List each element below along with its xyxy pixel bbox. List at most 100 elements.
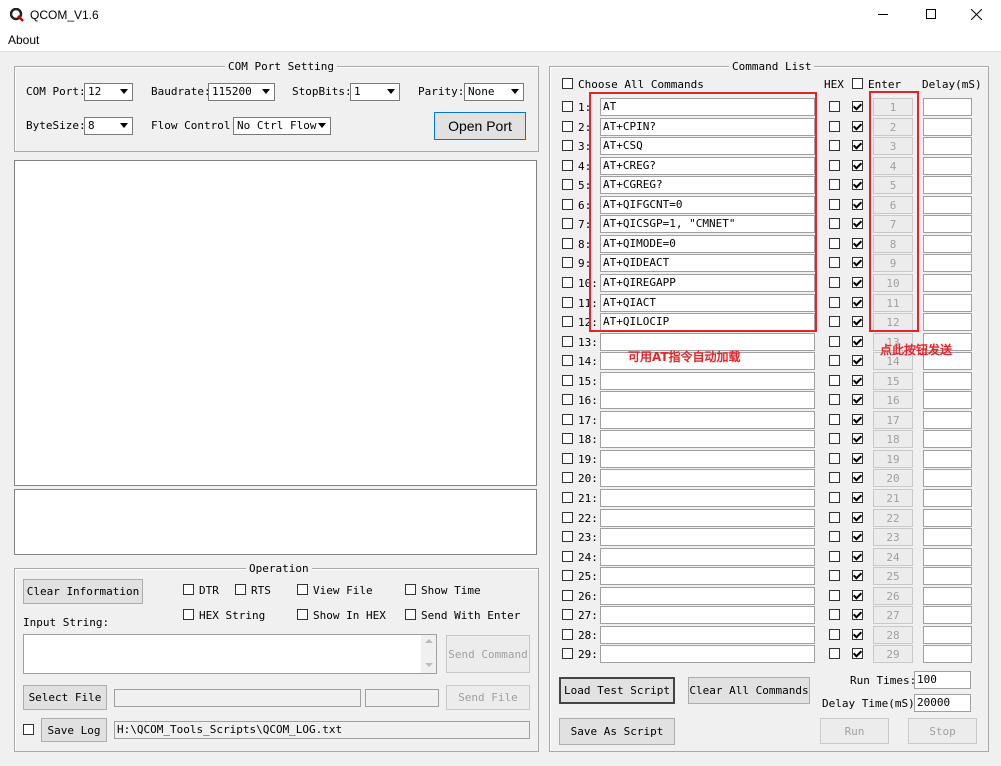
send-row-button[interactable]: 29 (873, 645, 913, 663)
bytesize-select[interactable]: 8 (84, 117, 133, 135)
input-string-field[interactable] (23, 634, 437, 674)
row-delay-input[interactable] (923, 118, 972, 136)
command-input[interactable] (600, 548, 815, 566)
row-select-checkbox[interactable] (562, 531, 573, 542)
row-hex-checkbox[interactable] (829, 218, 840, 229)
row-hex-checkbox[interactable] (829, 472, 840, 483)
row-enter-checkbox[interactable] (852, 257, 863, 268)
flow-control-select[interactable]: No Ctrl Flow (233, 117, 331, 135)
clear-all-commands-button[interactable]: Clear All Commands (688, 677, 810, 704)
row-delay-input[interactable] (923, 372, 972, 390)
row-hex-checkbox[interactable] (829, 297, 840, 308)
row-select-checkbox[interactable] (562, 218, 573, 229)
file-path-field[interactable] (114, 689, 361, 707)
row-delay-input[interactable] (923, 489, 972, 507)
row-enter-checkbox[interactable] (852, 648, 863, 659)
row-select-checkbox[interactable] (562, 238, 573, 249)
baudrate-select[interactable]: 115200 (208, 83, 275, 101)
send-row-button[interactable]: 16 (873, 391, 913, 409)
row-select-checkbox[interactable] (562, 492, 573, 503)
row-select-checkbox[interactable] (562, 257, 573, 268)
row-hex-checkbox[interactable] (829, 492, 840, 503)
send-row-button[interactable]: 28 (873, 626, 913, 644)
send-row-button[interactable]: 23 (873, 528, 913, 546)
command-input[interactable] (600, 411, 815, 429)
row-enter-checkbox[interactable] (852, 551, 863, 562)
row-hex-checkbox[interactable] (829, 570, 840, 581)
command-input[interactable] (600, 489, 815, 507)
stop-button[interactable]: Stop (908, 718, 977, 744)
menu-about[interactable]: About (8, 33, 39, 47)
send-row-button[interactable]: 17 (873, 411, 913, 429)
row-delay-input[interactable] (923, 469, 972, 487)
clear-information-button[interactable]: Clear Information (23, 579, 143, 604)
row-hex-checkbox[interactable] (829, 453, 840, 464)
row-delay-input[interactable] (923, 587, 972, 605)
row-enter-checkbox[interactable] (852, 414, 863, 425)
row-hex-checkbox[interactable] (829, 609, 840, 620)
send-row-button[interactable]: 27 (873, 606, 913, 624)
show-in-hex-checkbox[interactable] (297, 609, 308, 620)
row-delay-input[interactable] (923, 450, 972, 468)
row-enter-checkbox[interactable] (852, 609, 863, 620)
row-hex-checkbox[interactable] (829, 355, 840, 366)
row-select-checkbox[interactable] (562, 179, 573, 190)
command-input[interactable] (600, 509, 815, 527)
send-row-button[interactable]: 21 (873, 489, 913, 507)
row-select-checkbox[interactable] (562, 570, 573, 581)
row-hex-checkbox[interactable] (829, 512, 840, 523)
load-test-script-button[interactable]: Load Test Script (559, 677, 675, 704)
row-enter-checkbox[interactable] (852, 375, 863, 386)
show-time-checkbox[interactable] (405, 584, 416, 595)
row-hex-checkbox[interactable] (829, 257, 840, 268)
close-icon[interactable] (971, 9, 982, 20)
row-select-checkbox[interactable] (562, 609, 573, 620)
row-delay-input[interactable] (923, 137, 972, 155)
row-hex-checkbox[interactable] (829, 414, 840, 425)
send-row-button[interactable]: 19 (873, 450, 913, 468)
command-input[interactable] (600, 587, 815, 605)
row-hex-checkbox[interactable] (829, 316, 840, 327)
row-select-checkbox[interactable] (562, 414, 573, 425)
row-select-checkbox[interactable] (562, 433, 573, 444)
row-select-checkbox[interactable] (562, 101, 573, 112)
row-enter-checkbox[interactable] (852, 394, 863, 405)
row-enter-checkbox[interactable] (852, 433, 863, 444)
command-input[interactable] (600, 430, 815, 448)
row-enter-checkbox[interactable] (852, 453, 863, 464)
send-row-button[interactable]: 22 (873, 509, 913, 527)
row-enter-checkbox[interactable] (852, 316, 863, 327)
scroll-up-icon[interactable] (425, 639, 433, 643)
row-enter-checkbox[interactable] (852, 101, 863, 112)
row-delay-input[interactable] (923, 528, 972, 546)
command-input[interactable] (600, 645, 815, 663)
row-select-checkbox[interactable] (562, 375, 573, 386)
row-enter-checkbox[interactable] (852, 238, 863, 249)
row-select-checkbox[interactable] (562, 472, 573, 483)
row-enter-checkbox[interactable] (852, 512, 863, 523)
view-file-checkbox[interactable] (297, 584, 308, 595)
send-row-button[interactable]: 26 (873, 587, 913, 605)
dtr-checkbox[interactable] (183, 584, 194, 595)
row-enter-checkbox[interactable] (852, 199, 863, 210)
row-hex-checkbox[interactable] (829, 199, 840, 210)
row-delay-input[interactable] (923, 509, 972, 527)
row-hex-checkbox[interactable] (829, 648, 840, 659)
log-path-field[interactable]: H:\QCOM_Tools_Scripts\QCOM_LOG.txt (114, 721, 530, 739)
command-input[interactable] (600, 372, 815, 390)
com-port-select[interactable]: 12 (84, 83, 133, 101)
save-log-button[interactable]: Save Log (41, 718, 107, 742)
row-enter-checkbox[interactable] (852, 531, 863, 542)
row-delay-input[interactable] (923, 157, 972, 175)
send-row-button[interactable]: 25 (873, 567, 913, 585)
row-enter-checkbox[interactable] (852, 121, 863, 132)
row-hex-checkbox[interactable] (829, 551, 840, 562)
row-select-checkbox[interactable] (562, 355, 573, 366)
parity-select[interactable]: None (464, 83, 524, 101)
row-select-checkbox[interactable] (562, 297, 573, 308)
row-enter-checkbox[interactable] (852, 277, 863, 288)
input-scrollbar[interactable] (421, 635, 436, 673)
choose-all-checkbox[interactable] (562, 78, 573, 89)
row-hex-checkbox[interactable] (829, 277, 840, 288)
row-hex-checkbox[interactable] (829, 375, 840, 386)
